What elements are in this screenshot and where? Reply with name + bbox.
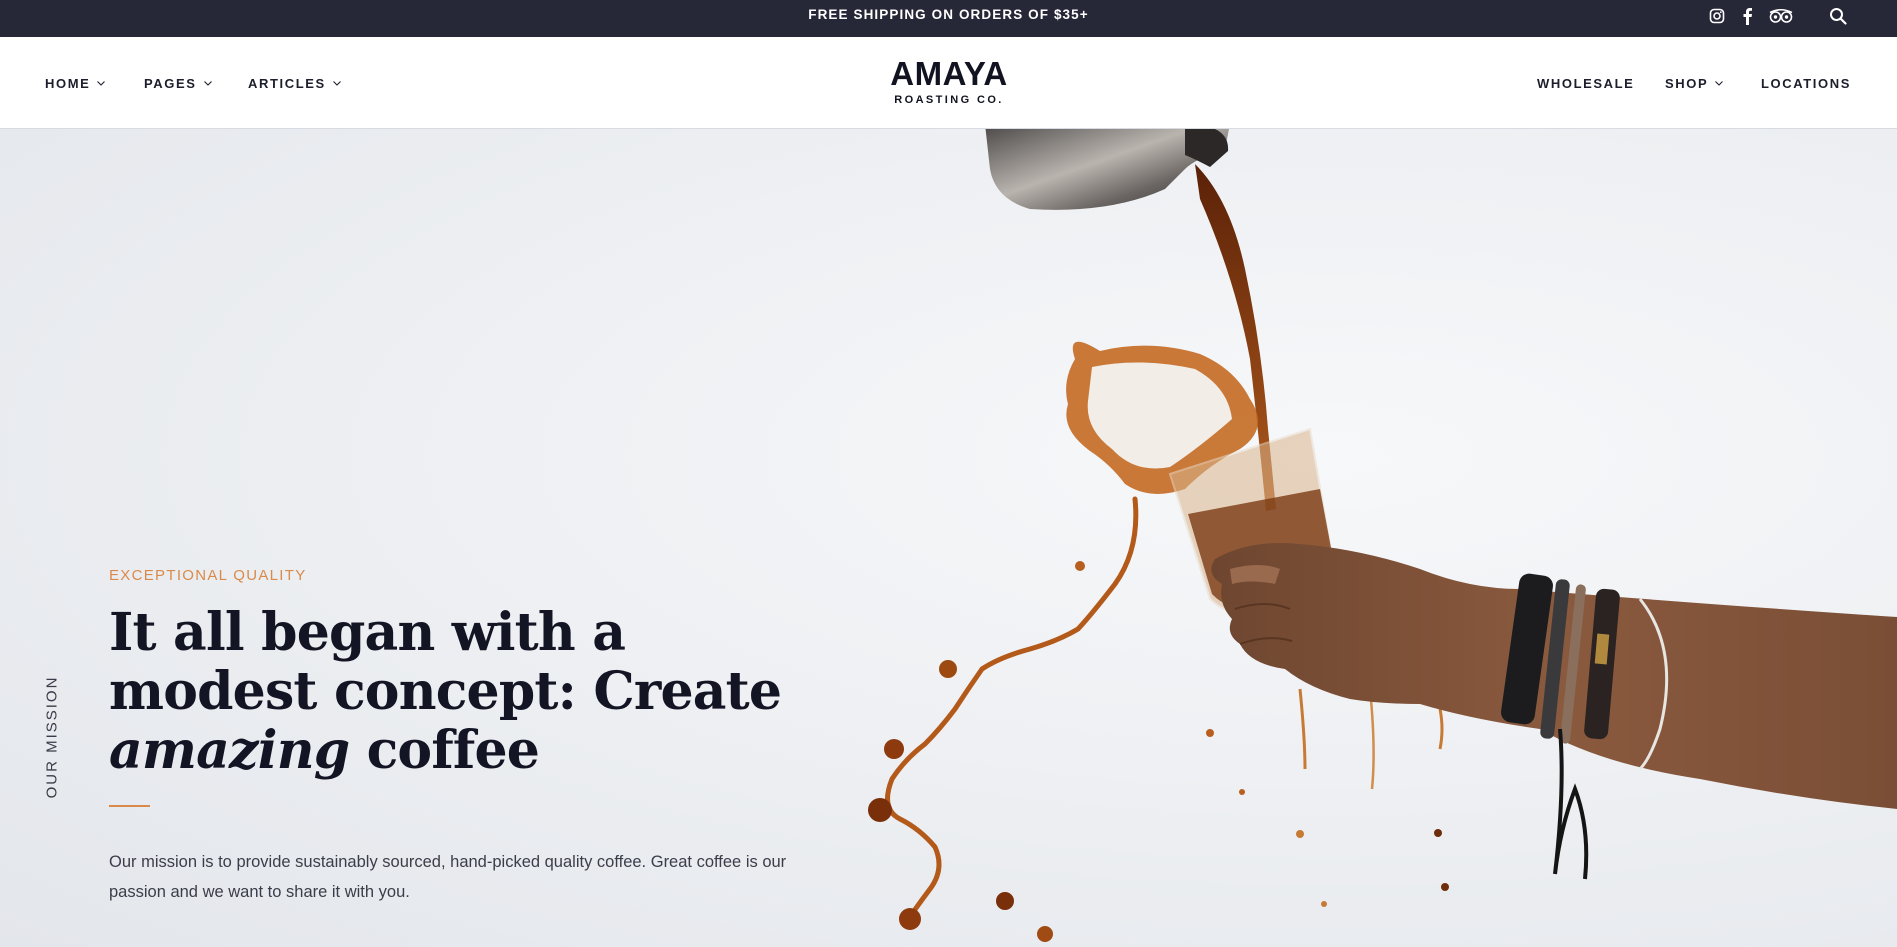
hero-headline: It all began with a modest concept: Crea… [109, 603, 829, 780]
instagram-icon[interactable] [1707, 6, 1727, 26]
chevron-down-icon [203, 81, 212, 86]
headline-emphasis: amazing [109, 720, 350, 781]
nav-item-wholesale[interactable]: WHOLESALE [1537, 37, 1634, 129]
announcement-bar: FREE SHIPPING ON ORDERS OF $35+ [0, 0, 1897, 37]
amaya-logo[interactable]: AMAYA ROASTING CO. [890, 57, 1008, 113]
nav-label: ARTICLES [248, 75, 326, 91]
headline-text: It all began with a modest concept: Crea… [109, 602, 782, 722]
facebook-icon[interactable] [1737, 6, 1757, 26]
hero-section: OUR MISSION EXCEPTIONAL QUALITY It all b… [0, 129, 1897, 947]
nav-label: SHOP [1665, 75, 1709, 91]
nav-label: WHOLESALE [1537, 75, 1635, 91]
headline-text-end: coffee [349, 720, 540, 781]
mission-paragraph: Our mission is to provide sustainably so… [109, 853, 787, 901]
nav-item-shop[interactable]: SHOP [1665, 37, 1724, 129]
nav-item-articles[interactable]: ARTICLES [248, 37, 342, 129]
search-icon[interactable] [1826, 6, 1850, 26]
our-mission-side-label: OUR MISSION [43, 675, 61, 799]
logo-subtitle: ROASTING CO. [894, 94, 1004, 106]
site-header: HOME PAGES ARTICLES AMAYA ROASTING CO. W… [0, 37, 1897, 129]
tripadvisor-icon[interactable] [1767, 6, 1795, 26]
nav-item-locations[interactable]: LOCATIONS [1761, 37, 1851, 129]
hero-eyebrow: EXCEPTIONAL QUALITY [109, 567, 307, 584]
nav-item-pages[interactable]: PAGES [144, 37, 213, 129]
chevron-down-icon [332, 81, 341, 86]
coffee-pour-hero-image [868, 129, 1897, 942]
accent-divider [109, 805, 150, 807]
nav-item-home[interactable]: HOME [45, 37, 106, 129]
nav-label: LOCATIONS [1761, 75, 1851, 91]
chevron-down-icon [97, 81, 106, 86]
nav-label: HOME [45, 75, 91, 91]
logo-wordmark: AMAYA [890, 55, 1008, 92]
nav-label: PAGES [144, 75, 197, 91]
chevron-down-icon [1715, 81, 1724, 86]
free-shipping-announcement: FREE SHIPPING ON ORDERS OF $35+ [808, 7, 1089, 22]
